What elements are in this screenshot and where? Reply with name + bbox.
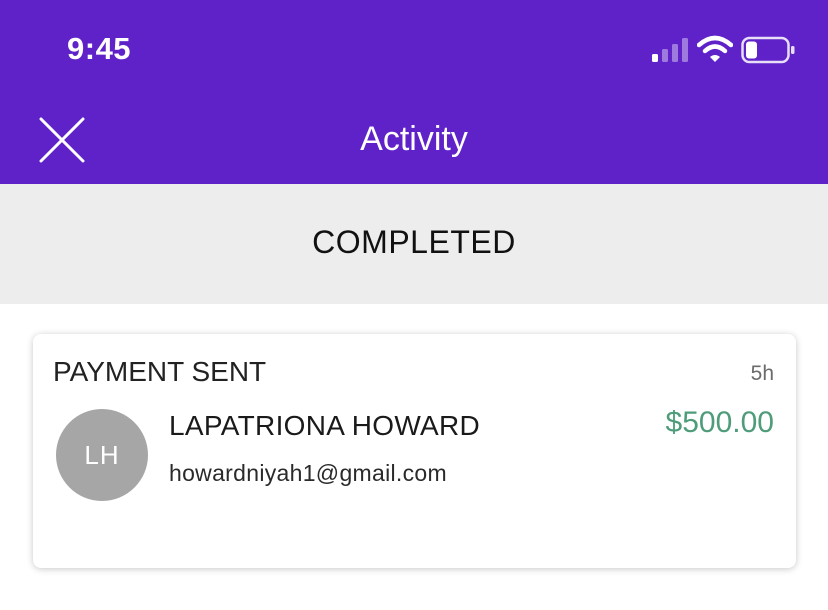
avatar: LH (56, 409, 148, 501)
transaction-time: 5h (750, 362, 774, 385)
transaction-type: PAYMENT SENT (53, 356, 267, 387)
page-title: Activity (360, 120, 468, 158)
transaction-amount: $500.00 (665, 406, 774, 439)
recipient-email: howardniyah1@gmail.com (169, 460, 447, 486)
avatar-initials: LH (84, 439, 120, 470)
wifi-icon (697, 35, 733, 62)
status-time: 9:45 (67, 31, 132, 66)
cellular-signal-icon (652, 38, 688, 62)
battery-icon (741, 36, 795, 64)
transaction-card[interactable]: PAYMENT SENT 5h LH LAPATRIONA HOWARD how… (33, 334, 796, 568)
section-title: COMPLETED (312, 224, 516, 260)
recipient-name: LAPATRIONA HOWARD (169, 410, 481, 441)
app-header: 9:45 Activity (0, 0, 828, 184)
